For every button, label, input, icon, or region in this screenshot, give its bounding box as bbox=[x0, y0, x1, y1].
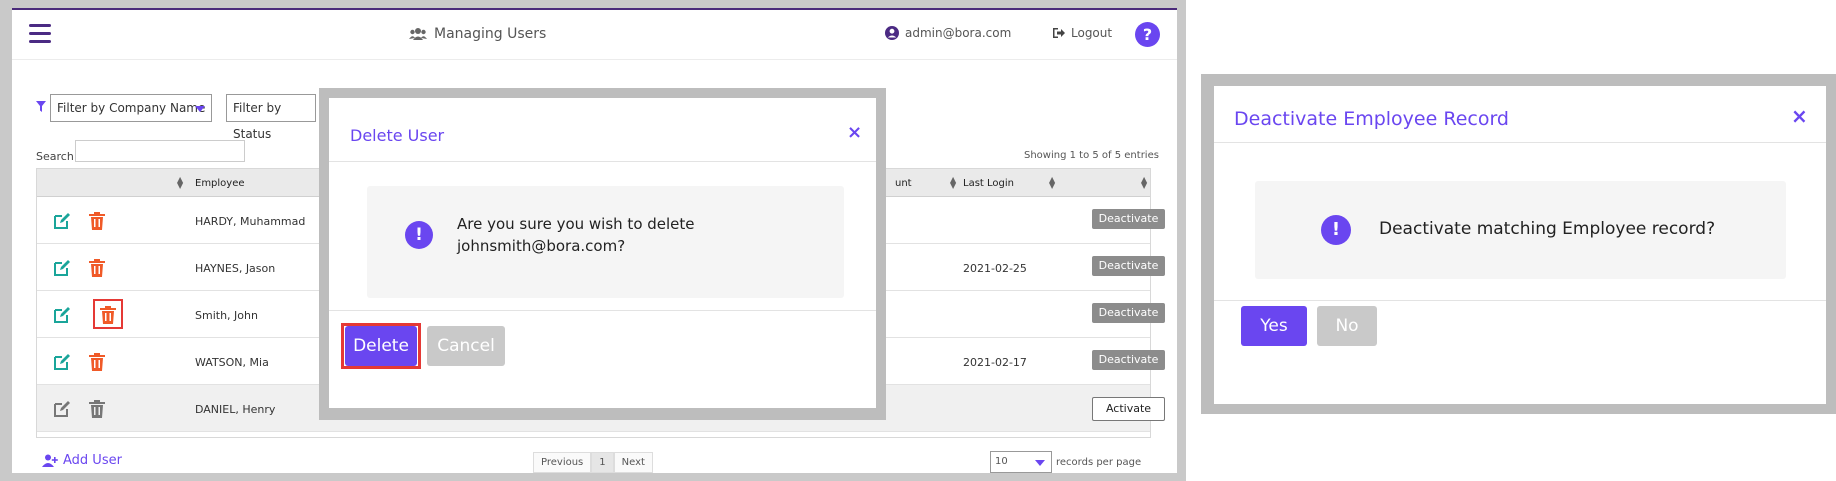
trash-icon[interactable] bbox=[89, 400, 105, 418]
deactivate-employee-dialog: Deactivate Employee Record × ! Deactivat… bbox=[1214, 86, 1826, 404]
pagination: Previous 1 Next bbox=[533, 452, 653, 473]
employee-name: WATSON, Mia bbox=[195, 356, 269, 369]
company-filter-value: Filter by Company Name bbox=[57, 101, 206, 115]
sort-icon[interactable]: ▲ ▼ bbox=[1141, 176, 1147, 190]
users-group-icon bbox=[409, 28, 427, 40]
trash-icon[interactable] bbox=[89, 212, 105, 230]
top-bar: Managing Users admin@bora.com Logout ? bbox=[12, 10, 1177, 60]
chevron-down-icon bbox=[1035, 460, 1045, 466]
edit-icon[interactable] bbox=[53, 259, 71, 277]
next-page-button[interactable]: Next bbox=[613, 452, 653, 473]
confirm-message-box: ! Deactivate matching Employee record? bbox=[1255, 181, 1786, 279]
status-filter-select[interactable]: Filter by Status bbox=[226, 94, 316, 141]
add-user-icon bbox=[42, 454, 58, 467]
edit-icon[interactable] bbox=[53, 400, 71, 418]
divider bbox=[329, 161, 876, 162]
deactivate-button[interactable]: Deactivate bbox=[1092, 256, 1165, 276]
trash-icon[interactable] bbox=[89, 353, 105, 371]
no-button[interactable]: No bbox=[1317, 306, 1377, 346]
deactivate-button[interactable]: Deactivate bbox=[1092, 350, 1165, 370]
sort-icon[interactable]: ▲ ▼ bbox=[1049, 176, 1055, 190]
deactivate-button[interactable]: Deactivate bbox=[1092, 209, 1165, 229]
dialog-title: Deactivate Employee Record bbox=[1234, 108, 1509, 130]
exclamation-icon: ! bbox=[1321, 215, 1351, 245]
records-per-page: 10 records per page bbox=[990, 451, 1141, 473]
page-title: Managing Users bbox=[434, 26, 547, 42]
per-page-select[interactable]: 10 bbox=[990, 451, 1052, 473]
chevron-down-icon bbox=[195, 106, 205, 112]
per-page-label: records per page bbox=[1056, 456, 1142, 468]
delete-user-dialog-overlay: Delete User × ! Are you sure you wish to… bbox=[319, 88, 886, 420]
edit-icon[interactable] bbox=[53, 212, 71, 230]
sort-icon[interactable]: ▲ ▼ bbox=[177, 176, 183, 190]
hamburger-menu-icon[interactable] bbox=[29, 24, 51, 43]
page-1-button[interactable]: 1 bbox=[591, 452, 614, 473]
deactivate-button[interactable]: Deactivate bbox=[1092, 303, 1165, 323]
employee-name: Smith, John bbox=[195, 309, 258, 322]
logout-button[interactable]: Logout bbox=[1052, 26, 1112, 40]
edit-icon[interactable] bbox=[53, 306, 71, 324]
trash-icon[interactable] bbox=[100, 306, 116, 324]
add-user-button[interactable]: Add User bbox=[42, 453, 122, 468]
help-button[interactable]: ? bbox=[1135, 22, 1160, 47]
search-label: Search: bbox=[36, 150, 78, 163]
user-account[interactable]: admin@bora.com bbox=[885, 26, 1011, 40]
left-screenshot-frame: Managing Users admin@bora.com Logout ? F… bbox=[0, 0, 1186, 481]
manage-users-app: Managing Users admin@bora.com Logout ? F… bbox=[12, 8, 1177, 473]
dialog-title: Delete User bbox=[350, 126, 445, 145]
add-user-label: Add User bbox=[63, 453, 122, 468]
column-account[interactable]: unt bbox=[895, 178, 912, 189]
sort-icon[interactable]: ▲ ▼ bbox=[950, 176, 956, 190]
user-email: admin@bora.com bbox=[905, 26, 1012, 40]
employee-name: HAYNES, Jason bbox=[195, 262, 276, 275]
confirm-message: Are you sure you wish to delete johnsmit… bbox=[457, 215, 695, 255]
previous-page-button[interactable]: Previous bbox=[533, 452, 592, 473]
yes-button[interactable]: Yes bbox=[1241, 306, 1307, 346]
last-login: 2021-02-25 bbox=[963, 262, 1027, 275]
employee-name: HARDY, Muhammad bbox=[195, 215, 306, 228]
edit-icon[interactable] bbox=[53, 353, 71, 371]
last-login: 2021-02-17 bbox=[963, 356, 1027, 369]
close-icon[interactable]: × bbox=[847, 122, 862, 143]
company-filter-select[interactable]: Filter by Company Name bbox=[50, 94, 212, 122]
cancel-button[interactable]: Cancel bbox=[427, 326, 505, 366]
column-last-login[interactable]: Last Login bbox=[963, 178, 1014, 189]
divider bbox=[329, 310, 876, 311]
delete-user-dialog: Delete User × ! Are you sure you wish to… bbox=[329, 98, 876, 408]
page-title-wrap: Managing Users bbox=[409, 26, 546, 42]
logout-label: Logout bbox=[1071, 26, 1113, 40]
trash-icon[interactable] bbox=[89, 259, 105, 277]
exclamation-icon: ! bbox=[405, 221, 433, 249]
divider bbox=[1214, 300, 1826, 301]
divider bbox=[1214, 142, 1826, 143]
entries-info: Showing 1 to 5 of 5 entries bbox=[1024, 150, 1159, 161]
user-circle-icon bbox=[885, 26, 899, 40]
confirm-message-box: ! Are you sure you wish to delete johnsm… bbox=[367, 186, 844, 298]
logout-icon bbox=[1053, 28, 1065, 38]
per-page-value: 10 bbox=[995, 456, 1008, 467]
close-icon[interactable]: × bbox=[1791, 104, 1808, 128]
filter-icon bbox=[36, 101, 46, 112]
employee-name: DANIEL, Henry bbox=[195, 403, 276, 416]
delete-button[interactable]: Delete bbox=[345, 326, 417, 366]
column-employee[interactable]: Employee bbox=[195, 178, 245, 189]
status-filter-value: Filter by Status bbox=[233, 101, 282, 141]
activate-button[interactable]: Activate bbox=[1092, 397, 1165, 421]
right-screenshot-frame: Deactivate Employee Record × ! Deactivat… bbox=[1201, 74, 1836, 414]
search-input[interactable] bbox=[75, 140, 245, 162]
confirm-message: Deactivate matching Employee record? bbox=[1379, 219, 1716, 239]
